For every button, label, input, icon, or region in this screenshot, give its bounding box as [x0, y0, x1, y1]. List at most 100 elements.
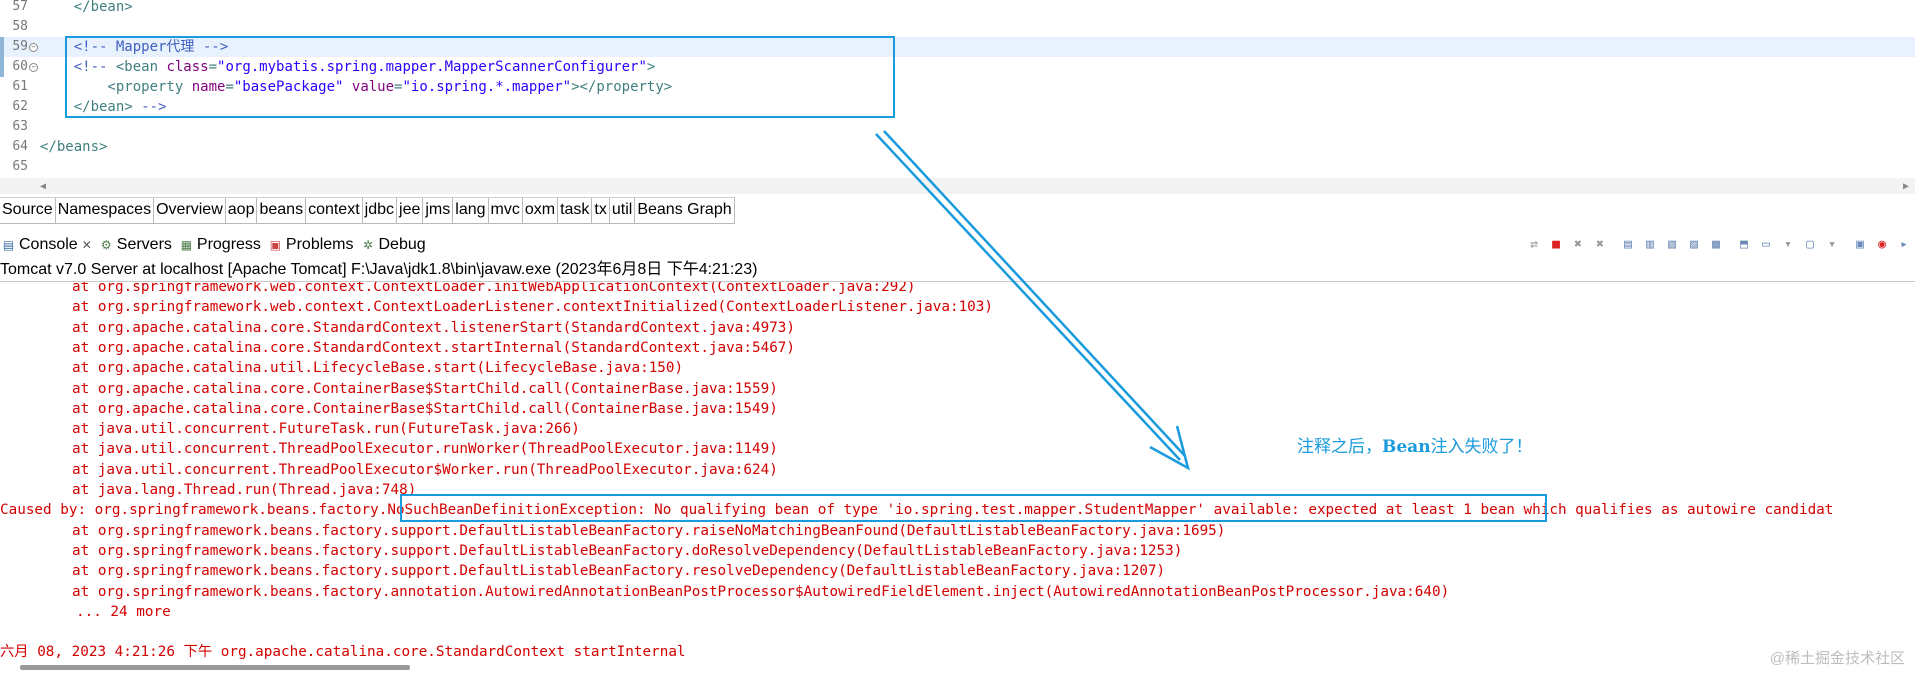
console-output[interactable]: at org.springframework.web.context.Conte… — [0, 282, 1915, 662]
tab-label: Progress — [196, 236, 261, 253]
stack-trace-line: at java.lang.Thread.run(Thread.java:748) — [72, 482, 417, 498]
editor-horizontal-scrollbar[interactable]: ◀ ▶ — [0, 178, 1915, 194]
terminate-icon[interactable]: ■ — [1545, 235, 1567, 255]
stack-trace-line: at org.apache.catalina.core.ContainerBas… — [72, 380, 778, 397]
line-number: 61 — [12, 79, 28, 94]
word-wrap-icon[interactable]: ▧ — [1661, 235, 1683, 255]
line-number: 60 — [12, 59, 28, 74]
chevron-down-icon[interactable]: ▾ — [1777, 235, 1799, 255]
tab-oxm[interactable]: oxm — [522, 198, 559, 224]
remove-launch-icon[interactable]: ✖ — [1567, 235, 1589, 255]
line-number: 57 — [12, 0, 28, 14]
code-line[interactable]: 57 </bean> — [0, 0, 1915, 17]
tab-beans[interactable]: beans — [257, 198, 307, 224]
minimize-icon[interactable]: ▣ — [1849, 235, 1871, 255]
console-icon: ▤ — [2, 237, 15, 252]
code-text: </bean> — [40, 0, 133, 17]
progress-icon: ▦ — [180, 237, 193, 252]
annotation-note: 注释之后，Bean注入失败了！ — [1297, 437, 1533, 457]
tab-beans-graph[interactable]: Beans Graph — [635, 198, 735, 224]
display-console-icon[interactable]: ▭ — [1755, 235, 1777, 255]
tab-jdbc[interactable]: jdbc — [362, 198, 398, 224]
chevron-down-icon[interactable]: ▾ — [1821, 235, 1843, 255]
debug-icon: ✲ — [362, 237, 374, 252]
fold-toggle-icon[interactable]: − — [29, 63, 38, 72]
pin-console-icon[interactable]: ⬒ — [1733, 235, 1755, 255]
change-marker — [0, 37, 4, 57]
scroll-right-icon[interactable]: ▶ — [1903, 181, 1909, 192]
code-token: </bean> — [40, 0, 133, 15]
stack-trace-line: at org.apache.catalina.core.StandardCont… — [72, 339, 796, 356]
code-line[interactable]: 65 — [0, 157, 1915, 177]
console-title: Tomcat v7.0 Server at localhost [Apache … — [0, 261, 758, 278]
line-number: 59 — [12, 39, 28, 54]
stack-trace-line: ... 24 more — [76, 603, 171, 620]
stack-trace-line: at java.util.concurrent.FutureTask.run(F… — [72, 421, 580, 438]
editor-highlight-box — [65, 36, 895, 118]
new-console-icon[interactable]: ▢ — [1799, 235, 1821, 255]
tab-label: Console — [19, 236, 78, 253]
line-number: 65 — [12, 159, 28, 174]
watermark: @稀土掘金技术社区 — [1769, 650, 1905, 667]
stack-trace-line: at java.util.concurrent.ThreadPoolExecut… — [72, 441, 778, 458]
change-marker — [0, 57, 4, 77]
line-number: 64 — [12, 139, 28, 154]
tab-servers[interactable]: ⚙ Servers — [98, 232, 178, 258]
remove-all-icon[interactable]: ✖ — [1589, 235, 1611, 255]
console-scrollbar-thumb[interactable] — [20, 665, 410, 670]
error-line: 六月 08, 2023 4:21:26 下午 org.apache.catali… — [0, 644, 686, 661]
stack-trace-line: at org.apache.catalina.util.LifecycleBas… — [72, 360, 684, 377]
stack-trace-line: at org.springframework.beans.factory.sup… — [72, 522, 1226, 539]
stack-trace-line: at org.springframework.web.context.Conte… — [72, 299, 993, 316]
maximize-icon[interactable]: ◉ — [1871, 235, 1893, 255]
editor-page-tabs: Source Namespaces Overview aop beans context j… — [0, 197, 735, 224]
code-line[interactable]: 58 — [0, 17, 1915, 37]
servers-icon: ⚙ — [100, 237, 112, 252]
console-toolbar: ⇄ ■ ✖ ✖ ▤ ▥ ▧ ▨ ▩ ⬒ ▭ ▾ ▢ ▾ ▣ ◉ ▸ — [1523, 234, 1915, 256]
console-highlight-box — [400, 494, 1547, 522]
scroll-lock-icon[interactable]: ▥ — [1639, 235, 1661, 255]
tab-jms[interactable]: jms — [423, 198, 454, 224]
scroll-left-icon[interactable]: ◀ — [40, 181, 46, 192]
tab-tx[interactable]: tx — [592, 198, 610, 224]
line-number: 58 — [12, 19, 28, 34]
tab-progress[interactable]: ▦ Progress — [178, 232, 267, 258]
stack-trace-line: at org.springframework.beans.factory.ann… — [72, 583, 1450, 600]
tab-namespaces[interactable]: Namespaces — [55, 198, 155, 224]
stack-trace-line: at org.springframework.beans.factory.sup… — [72, 542, 1183, 559]
stack-trace-line: at org.springframework.beans.factory.sup… — [72, 563, 1166, 580]
tab-context[interactable]: context — [306, 198, 363, 224]
show-stdout-icon[interactable]: ▨ — [1683, 235, 1705, 255]
tab-aop[interactable]: aop — [225, 198, 258, 224]
tab-overview[interactable]: Overview — [154, 198, 226, 224]
more-icon[interactable]: ▸ — [1893, 235, 1915, 255]
stack-trace-line: at java.util.concurrent.ThreadPoolExecut… — [72, 461, 778, 478]
stack-trace-line: at org.springframework.web.context.Conte… — [72, 282, 916, 295]
code-line[interactable]: 64 </beans> — [0, 137, 1915, 157]
tab-task[interactable]: task — [558, 198, 593, 224]
close-icon[interactable]: ✕ — [82, 238, 92, 252]
problems-icon: ▣ — [269, 237, 282, 252]
stack-trace-line: at org.apache.catalina.core.StandardCont… — [72, 319, 796, 336]
tab-mvc[interactable]: mvc — [488, 198, 523, 224]
tab-label: Debug — [378, 236, 426, 253]
pin-icon[interactable]: ⇄ — [1523, 235, 1545, 255]
line-number: 63 — [12, 119, 28, 134]
view-tabs: ▤ Console ✕ ⚙ Servers ▦ Progress ▣ Problems ✲ Debu… — [0, 232, 432, 258]
tab-jee[interactable]: jee — [397, 198, 424, 224]
code-token: </beans> — [40, 139, 108, 155]
show-stderr-icon[interactable]: ▩ — [1705, 235, 1727, 255]
line-number: 62 — [12, 99, 28, 114]
fold-toggle-icon[interactable]: − — [29, 43, 38, 52]
tab-label: Servers — [116, 236, 172, 253]
tab-source[interactable]: Source — [0, 198, 56, 224]
copy-icon[interactable]: ▤ — [1617, 235, 1639, 255]
code-line[interactable]: 63 — [0, 117, 1915, 137]
tab-problems[interactable]: ▣ Problems — [267, 232, 360, 258]
stack-trace-line: at org.apache.catalina.core.ContainerBas… — [72, 400, 778, 417]
code-text: </beans> — [40, 137, 107, 157]
tab-debug[interactable]: ✲ Debug — [360, 232, 432, 258]
tab-console[interactable]: ▤ Console ✕ — [0, 232, 98, 258]
tab-lang[interactable]: lang — [453, 198, 489, 224]
tab-util[interactable]: util — [609, 198, 636, 224]
